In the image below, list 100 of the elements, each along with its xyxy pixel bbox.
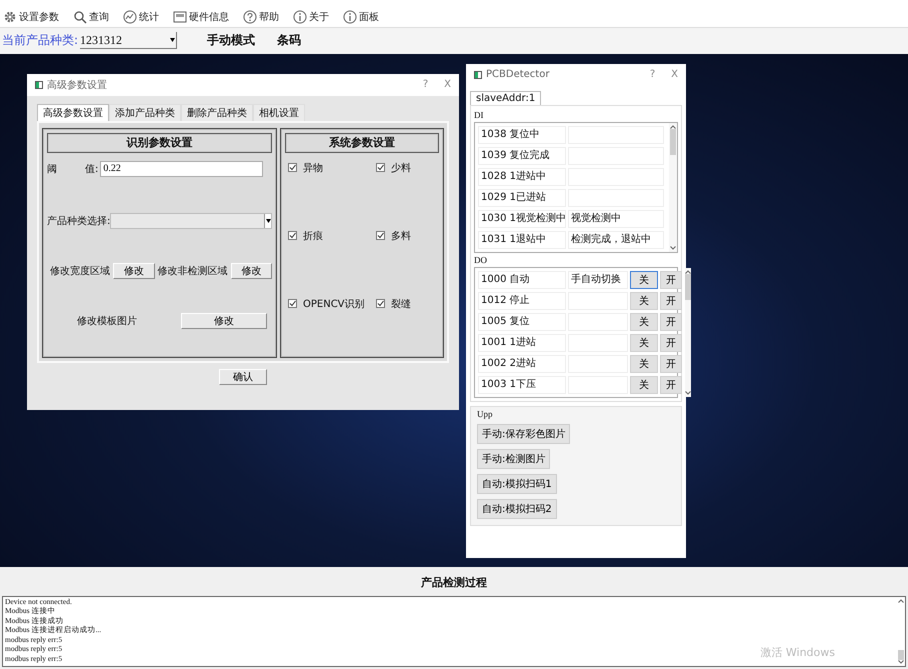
- scroll-down-icon: [670, 246, 676, 250]
- product-type-label: 产品种类选择:: [47, 214, 110, 228]
- off-button[interactable]: 关: [630, 354, 658, 373]
- off-button[interactable]: 关: [630, 292, 658, 310]
- signal-label: 1030 1视觉检测中: [478, 210, 566, 228]
- signal-value: 视觉检测中: [568, 210, 664, 228]
- chart-circle-icon: [123, 10, 137, 24]
- search-icon: [73, 10, 87, 24]
- checkbox[interactable]: 裂缝: [376, 296, 411, 311]
- scroll-up-icon: [898, 598, 904, 603]
- on-button[interactable]: 开: [660, 354, 682, 373]
- checkbox[interactable]: 折痕: [288, 228, 323, 243]
- barcode-label: 条码: [277, 32, 302, 50]
- off-button[interactable]: 关: [630, 334, 658, 352]
- product-type-dropdown[interactable]: [110, 212, 272, 229]
- non-detect-area-label: 修改非检测区域: [158, 264, 228, 278]
- on-button[interactable]: 开: [660, 376, 682, 394]
- signal-value: 检测完成，退站中: [568, 230, 664, 249]
- on-button[interactable]: 开: [660, 292, 682, 310]
- window-icon: [474, 70, 482, 79]
- signal-label: 1038 复位中: [478, 126, 566, 144]
- on-button[interactable]: 开: [660, 270, 682, 289]
- info-icon: [343, 10, 357, 24]
- toolbar-button[interactable]: 帮助: [243, 10, 279, 24]
- scroll-up-icon: [685, 270, 691, 274]
- action-button[interactable]: 手动:保存彩色图片: [477, 424, 570, 444]
- signal-label: 1031 1退站中: [478, 230, 566, 249]
- tab[interactable]: slaveAddr:1: [470, 90, 542, 105]
- mode-label: 手动模式: [207, 32, 256, 50]
- off-button[interactable]: 关: [630, 312, 658, 331]
- dropdown-arrow-icon: [266, 218, 270, 223]
- help-icon: [243, 10, 257, 24]
- signal-label: 1028 1进站中: [478, 168, 566, 186]
- off-button[interactable]: 关: [630, 270, 658, 289]
- checkbox[interactable]: 少料: [376, 160, 411, 175]
- tab[interactable]: 相机设置: [253, 104, 305, 121]
- toolbar-button[interactable]: 统计: [123, 10, 159, 24]
- width-area-label: 修改宽度区域: [50, 264, 110, 278]
- close-button[interactable]: X: [444, 79, 451, 90]
- threshold-label: 值:: [85, 162, 98, 176]
- scrollbar[interactable]: [669, 122, 677, 252]
- on-button[interactable]: 开: [660, 334, 682, 352]
- signal-label: 1039 复位完成: [478, 146, 566, 165]
- scroll-down-icon: [898, 660, 904, 664]
- checkbox[interactable]: OPENCV识别: [288, 296, 365, 311]
- confirm-button[interactable]: 确认: [219, 368, 267, 385]
- product-type-dropdown[interactable]: 1231312: [80, 32, 178, 50]
- signal-label: 1002 2进站: [478, 354, 566, 373]
- edit-button[interactable]: 修改: [181, 312, 267, 329]
- signal-label: 1012 停止: [478, 292, 566, 310]
- scroll-thumb[interactable]: [685, 274, 691, 300]
- action-button[interactable]: 自动:模拟扫码2: [477, 498, 557, 519]
- action-button[interactable]: 手动:检测图片: [477, 448, 550, 469]
- scroll-down-icon: [685, 390, 691, 395]
- toolbar-button[interactable]: 关于: [293, 10, 329, 24]
- window-icon: [173, 10, 187, 24]
- toolbar-button[interactable]: 硬件信息: [173, 10, 229, 24]
- signal-label: 1003 1下压: [478, 376, 566, 394]
- checkbox[interactable]: 异物: [288, 160, 323, 175]
- signal-value: 手自动切换: [568, 270, 628, 289]
- help-button[interactable]: ?: [650, 69, 656, 80]
- signal-label: 1029 1已进站: [478, 188, 566, 207]
- log-title: 产品检测过程: [420, 574, 488, 591]
- toolbar-button[interactable]: 查询: [73, 10, 109, 24]
- scroll-up-icon: [670, 124, 676, 129]
- close-button[interactable]: X: [671, 69, 678, 80]
- edit-button[interactable]: 修改: [230, 262, 272, 279]
- window-icon: [35, 80, 43, 89]
- threshold-label: 阈: [47, 162, 57, 176]
- toolbar-button[interactable]: 设置参数: [3, 10, 59, 24]
- section-label: DO: [474, 254, 488, 265]
- tab[interactable]: 高级参数设置: [37, 104, 109, 121]
- window-title: PCBDetector: [486, 69, 550, 80]
- dropdown-arrow-icon: [170, 38, 175, 42]
- signal-label: 1001 1进站: [478, 334, 566, 352]
- tab[interactable]: 删除产品种类: [181, 104, 253, 121]
- scroll-thumb[interactable]: [670, 128, 676, 155]
- window-title: 高级参数设置: [47, 78, 107, 92]
- panel-title: 系统参数设置: [285, 132, 439, 153]
- tab[interactable]: 添加产品种类: [109, 104, 181, 121]
- scrollbar[interactable]: [685, 268, 691, 397]
- gear-icon: [3, 10, 17, 24]
- panel-title: 识别参数设置: [47, 132, 272, 153]
- signal-label: 1000 自动: [478, 270, 566, 289]
- product-type-label: 当前产品种类:: [2, 32, 78, 50]
- info-icon: [293, 10, 307, 24]
- signal-label: 1005 复位: [478, 312, 566, 331]
- scrollbar[interactable]: [896, 596, 905, 666]
- section-label: DI: [474, 110, 484, 120]
- off-button[interactable]: 关: [630, 376, 658, 394]
- help-button[interactable]: ?: [422, 79, 428, 90]
- on-button[interactable]: 开: [660, 312, 682, 331]
- threshold-field[interactable]: 0.22: [100, 160, 264, 177]
- edit-button[interactable]: 修改: [113, 262, 154, 279]
- template-image-label: 修改模板图片: [77, 314, 137, 328]
- scroll-thumb[interactable]: [898, 650, 904, 660]
- checkbox[interactable]: 多料: [376, 228, 411, 243]
- action-button[interactable]: 自动:模拟扫码1: [477, 474, 557, 494]
- section-label: Upp: [477, 408, 492, 419]
- toolbar-button[interactable]: 面板: [343, 10, 379, 24]
